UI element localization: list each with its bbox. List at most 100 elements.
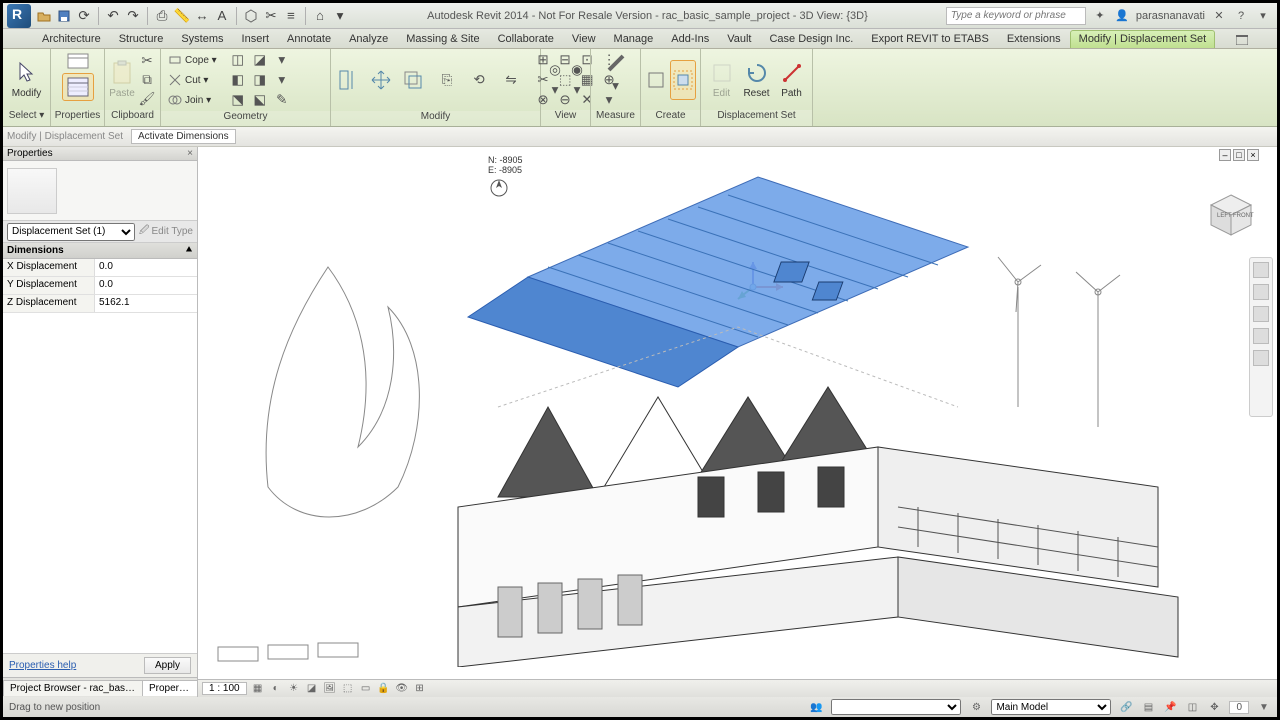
print-icon[interactable]: ⎙ <box>153 7 171 25</box>
redo-icon[interactable]: ↷ <box>124 7 142 25</box>
view-icon-3[interactable]: ▾ <box>545 81 565 99</box>
help-search-input[interactable] <box>946 7 1086 25</box>
detail-level-icon[interactable]: ▦ <box>251 682 265 696</box>
type-selector[interactable]: Displacement Set (1) <box>7 223 135 241</box>
tab-analyze[interactable]: Analyze <box>340 30 397 48</box>
geom-icon-6[interactable]: ▾ <box>272 71 292 89</box>
measure-icon-big[interactable] <box>603 51 629 75</box>
drag-icon[interactable]: ✥ <box>1207 700 1221 714</box>
tab-modify-displacement[interactable]: Modify | Displacement Set <box>1070 30 1216 48</box>
geom-icon-5[interactable]: ◨ <box>250 71 270 89</box>
tab-project-browser[interactable]: Project Browser - rac_basic_samp... <box>3 680 143 696</box>
workset-icon[interactable]: 👥 <box>809 700 823 714</box>
geom-icon-8[interactable]: ⬕ <box>250 91 270 109</box>
temp-hide-icon[interactable]: 👁 <box>395 682 409 696</box>
type-properties-icon[interactable] <box>62 51 94 71</box>
geom-icon-2[interactable]: ◪ <box>250 51 270 69</box>
tab-etabs[interactable]: Export REVIT to ETABS <box>862 30 998 48</box>
sync-icon[interactable]: ⟳ <box>75 7 93 25</box>
tab-extensions[interactable]: Extensions <box>998 30 1070 48</box>
switch-win-icon[interactable]: ▾ <box>331 7 349 25</box>
tab-manage[interactable]: Manage <box>605 30 663 48</box>
minimize-ribbon-icon[interactable]: ▾ <box>1255 8 1271 24</box>
sunpath-icon[interactable]: ☀ <box>287 682 301 696</box>
tab-structure[interactable]: Structure <box>110 30 173 48</box>
text-icon[interactable]: A <box>213 7 231 25</box>
tab-addins[interactable]: Add-Ins <box>662 30 718 48</box>
geom-icon-3[interactable]: ▾ <box>272 51 292 69</box>
crop-icon[interactable]: ⬚ <box>341 682 355 696</box>
collapse-icon[interactable]: ⯅ <box>185 245 193 256</box>
geom-icon-1[interactable]: ◫ <box>228 51 248 69</box>
view-icon-1[interactable]: ◎ <box>545 61 565 79</box>
create-group-icon[interactable] <box>670 60 696 100</box>
measure-drop-icon[interactable]: ▾ <box>606 77 626 95</box>
close-icon[interactable]: × <box>187 148 193 159</box>
filter-icon[interactable]: ▼ <box>1257 700 1271 714</box>
close-hidden-icon[interactable]: ⌂ <box>311 7 329 25</box>
measure-icon[interactable]: 📏 <box>173 7 191 25</box>
geom-icon-7[interactable]: ⬔ <box>228 91 248 109</box>
join-button[interactable]: Join ▾ <box>165 91 220 109</box>
view-icon-4[interactable]: ▾ <box>567 81 587 99</box>
crop-visible-icon[interactable]: ▭ <box>359 682 373 696</box>
workset-select[interactable]: Main Model <box>991 699 1111 715</box>
exchange-icon[interactable]: ✕ <box>1211 8 1227 24</box>
infocenter-icon[interactable]: ✦ <box>1092 8 1108 24</box>
reveal-icon[interactable]: ⊞ <box>413 682 427 696</box>
help-icon[interactable]: ? <box>1233 8 1249 24</box>
z-displacement-field[interactable]: 5162.1 <box>95 295 197 312</box>
3d-viewport[interactable]: – □ × LEFT FRONT <box>198 147 1277 697</box>
tab-vault[interactable]: Vault <box>718 30 760 48</box>
properties-help-link[interactable]: Properties help <box>9 660 76 671</box>
y-displacement-field[interactable]: 0.0 <box>95 277 197 294</box>
tab-massing[interactable]: Massing & Site <box>397 30 488 48</box>
select-face-icon[interactable]: ◫ <box>1185 700 1199 714</box>
apply-button[interactable]: Apply <box>144 657 191 674</box>
rotate-icon[interactable]: ⟲ <box>465 66 493 94</box>
geom-icon-9[interactable]: ✎ <box>272 91 292 109</box>
default3d-icon[interactable] <box>242 7 260 25</box>
create-similar-icon[interactable] <box>645 60 668 100</box>
tab-systems[interactable]: Systems <box>172 30 232 48</box>
mirror-icon[interactable]: ⇋ <box>497 66 525 94</box>
move-icon[interactable] <box>367 66 395 94</box>
tab-collaborate[interactable]: Collaborate <box>489 30 563 48</box>
panel-select-title[interactable]: Select ▾ <box>3 110 50 126</box>
cut-clip-icon[interactable]: ✂ <box>137 52 157 70</box>
tab-properties-bottom[interactable]: Properties <box>142 680 198 696</box>
view-scale[interactable]: 1 : 100 <box>202 682 247 695</box>
path-button[interactable]: Path <box>775 52 808 108</box>
editable-only-icon[interactable]: ⚙ <box>969 700 983 714</box>
match-icon[interactable]: 🖌 <box>137 90 157 108</box>
edit-type-button[interactable]: 🖉Edit Type <box>139 223 193 240</box>
app-menu-icon[interactable] <box>7 4 31 28</box>
cut-geom-button[interactable]: Cut ▾ <box>165 71 220 89</box>
tab-architecture[interactable]: Architecture <box>33 30 110 48</box>
select-underlay-icon[interactable]: ▤ <box>1141 700 1155 714</box>
design-options-select[interactable] <box>831 699 961 715</box>
tab-window-icon[interactable] <box>1227 32 1257 48</box>
visual-style-icon[interactable]: ◐ <box>269 682 283 696</box>
select-links-icon[interactable]: 🔗 <box>1119 700 1133 714</box>
reset-button[interactable]: Reset <box>740 52 773 108</box>
shadows-icon[interactable]: ◪ <box>305 682 319 696</box>
geom-icon-4[interactable]: ◧ <box>228 71 248 89</box>
section-icon[interactable]: ✂ <box>262 7 280 25</box>
tab-view[interactable]: View <box>563 30 605 48</box>
dim-icon[interactable]: ↔ <box>193 7 211 25</box>
copy-clip-icon[interactable]: ⧉ <box>137 71 157 89</box>
thinlines-icon[interactable]: ≡ <box>282 7 300 25</box>
view-icon-2[interactable]: ◉ <box>567 61 587 79</box>
tab-annotate[interactable]: Annotate <box>278 30 340 48</box>
undo-icon[interactable]: ↶ <box>104 7 122 25</box>
properties-toggle-button[interactable] <box>62 73 94 101</box>
lock-icon[interactable]: 🔒 <box>377 682 391 696</box>
open-icon[interactable] <box>35 7 53 25</box>
x-displacement-field[interactable]: 0.0 <box>95 259 197 276</box>
save-icon[interactable] <box>55 7 73 25</box>
activate-dimensions-button[interactable]: Activate Dimensions <box>131 129 236 144</box>
cope-button[interactable]: Cope ▾ <box>165 51 220 69</box>
modify-button[interactable]: Modify <box>7 52 46 108</box>
select-pinned-icon[interactable]: 📌 <box>1163 700 1177 714</box>
